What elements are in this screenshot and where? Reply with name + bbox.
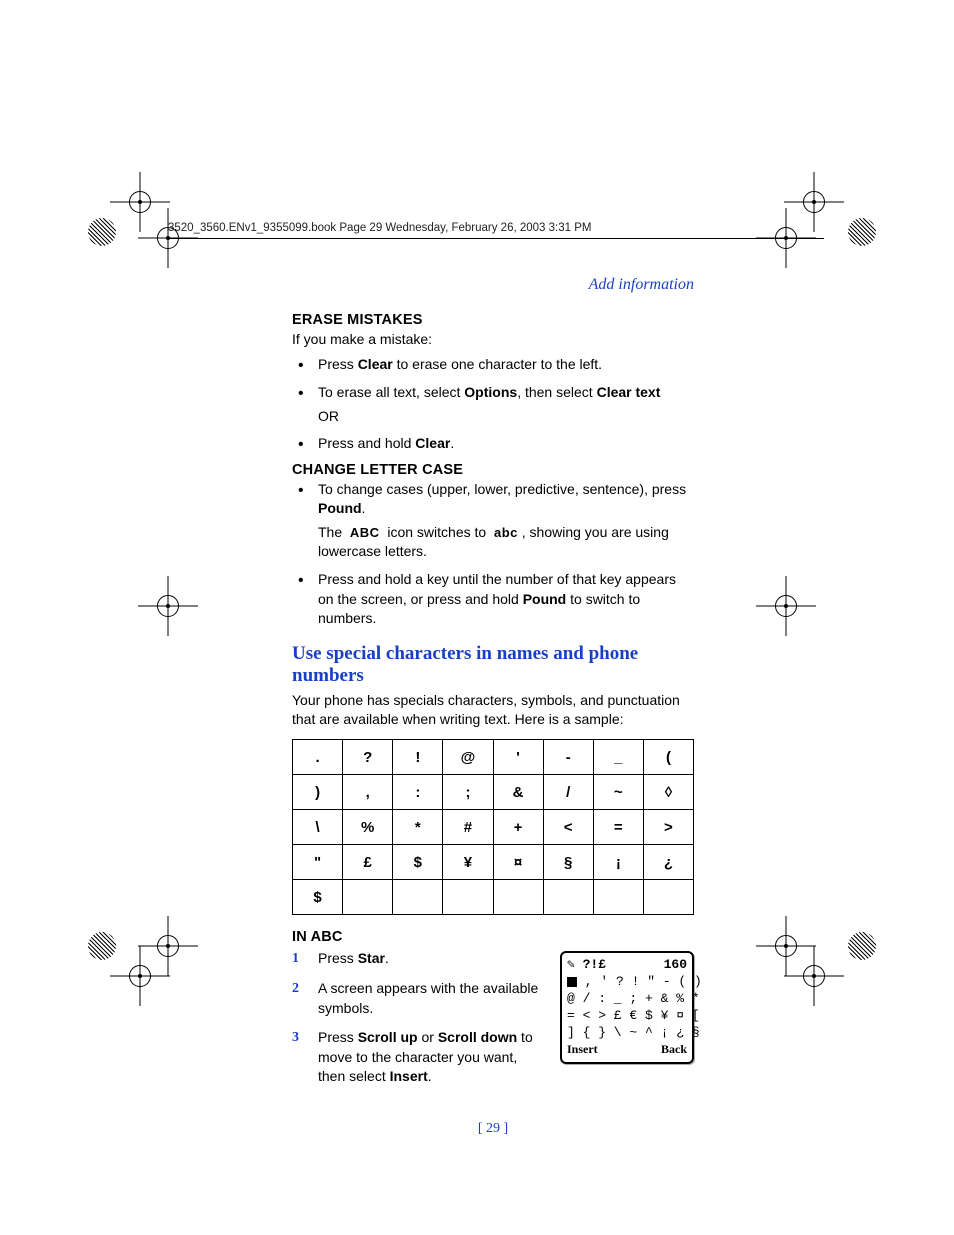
heading-special: Use special characters in names and phon… — [292, 643, 694, 687]
inabc-step-1: Press Star. — [292, 949, 694, 969]
page-content: Add information ERASE MISTAKES If you ma… — [292, 276, 694, 1137]
running-head: 3520_3560.ENv1_9355099.book Page 29 Wedn… — [168, 222, 824, 239]
heading-case: CHANGE LETTER CASE — [292, 462, 694, 478]
erase-intro: If you make a mistake: — [292, 330, 694, 349]
case-item-2: Press and hold a key until the number of… — [292, 570, 694, 629]
abc-lower-icon: abc — [494, 525, 518, 540]
section-link: Add information — [292, 276, 694, 294]
erase-item-2: To erase all text, select Options, then … — [292, 383, 694, 426]
erase-item-3: Press and hold Clear. — [292, 434, 694, 454]
case-item-1: To change cases (upper, lower, predictiv… — [292, 480, 694, 562]
heading-inabc: IN ABC — [292, 929, 694, 945]
page-number: [ 29 ] — [292, 1121, 694, 1137]
heading-erase: ERASE MISTAKES — [292, 312, 694, 328]
inabc-step-3: Press Scroll up or Scroll down to move t… — [292, 1028, 694, 1087]
erase-item-1: Press Clear to erase one character to th… — [292, 355, 694, 375]
symbol-table: .?!@'-_( ),:;&/~◊ \%*#+<=> "£$¥¤§¡¿ $ — [292, 739, 694, 915]
abc-upper-icon: ABC — [350, 525, 380, 540]
inabc-step-2: A screen appears with the available symb… — [292, 979, 694, 1018]
special-intro: Your phone has specials characters, symb… — [292, 691, 694, 730]
